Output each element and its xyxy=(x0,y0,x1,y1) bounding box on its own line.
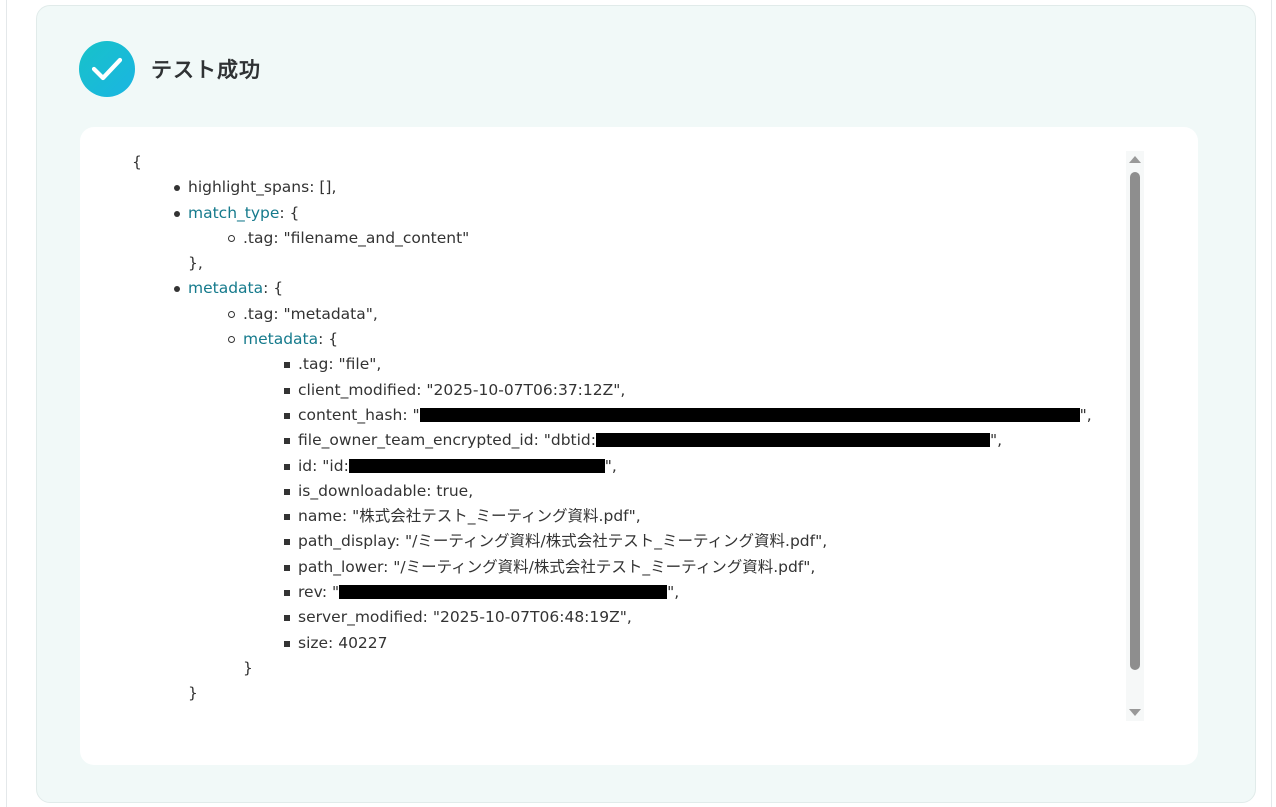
list-item: id: "id: ", xyxy=(284,454,1132,479)
json-tree[interactable]: { highlight_spans: [], match_type: { .ta… xyxy=(132,150,1132,707)
redacted-rev xyxy=(339,585,668,600)
list-item: rev: " ", xyxy=(284,580,1132,605)
json-open-brace: { xyxy=(132,153,142,171)
list-item: highlight_spans: [], xyxy=(174,175,1132,200)
match-type-toggle[interactable]: match_type xyxy=(188,204,279,222)
list-item: path_lower: "/ミーティング資料/株式会社テスト_ミーティング資料.… xyxy=(284,555,1132,580)
scroll-thumb[interactable] xyxy=(1130,172,1140,670)
list-item: size: 40227 xyxy=(284,631,1132,656)
list-item: file_owner_team_encrypted_id: "dbtid: ", xyxy=(284,428,1132,453)
metadata-list: .tag: "metadata", metadata: { .tag: "fil… xyxy=(188,302,1132,681)
redacted-team-id xyxy=(595,433,990,448)
json-close-brace: } xyxy=(188,684,198,703)
list-item: .tag: "filename_and_content" xyxy=(228,226,1132,251)
scrollbar[interactable] xyxy=(1126,151,1144,721)
redacted-content-hash xyxy=(419,407,1080,422)
list-item: .tag: "file", xyxy=(284,352,1132,377)
list-item: path_display: "/ミーティング資料/株式会社テスト_ミーティング資… xyxy=(284,529,1132,554)
json-output-card: { highlight_spans: [], match_type: { .ta… xyxy=(80,127,1198,765)
json-root-list: highlight_spans: [], match_type: { .tag:… xyxy=(132,175,1132,706)
check-icon xyxy=(91,57,123,81)
metadata-toggle[interactable]: metadata xyxy=(188,279,263,297)
list-item: server_modified: "2025-10-07T06:48:19Z", xyxy=(284,605,1132,630)
redacted-id xyxy=(348,458,605,473)
list-item: metadata: { .tag: "file", client_modifie… xyxy=(228,327,1132,681)
match-type-list: .tag: "filename_and_content" xyxy=(188,226,1132,251)
list-item: match_type: { .tag: "filename_and_conten… xyxy=(174,201,1132,277)
scroll-down-arrow-icon[interactable] xyxy=(1129,709,1141,716)
inner-metadata-toggle[interactable]: metadata xyxy=(243,330,318,348)
list-item: client_modified: "2025-10-07T06:37:12Z", xyxy=(284,378,1132,403)
list-item: .tag: "metadata", xyxy=(228,302,1132,327)
list-item: metadata: { .tag: "metadata", metadata: … xyxy=(174,276,1132,706)
page-title: テスト成功 xyxy=(151,58,261,82)
json-close-brace: } xyxy=(243,658,253,677)
list-item: is_downloadable: true, xyxy=(284,479,1132,504)
scroll-up-arrow-icon[interactable] xyxy=(1129,156,1141,163)
file-metadata-list: .tag: "file", client_modified: "2025-10-… xyxy=(243,352,1132,656)
result-header: テスト成功 xyxy=(79,41,261,97)
json-close-brace: }, xyxy=(188,254,203,273)
json-key: highlight_spans xyxy=(188,178,310,197)
list-item: content_hash: " ", xyxy=(284,403,1132,428)
success-badge xyxy=(79,41,135,97)
list-item: name: "株式会社テスト_ミーティング資料.pdf", xyxy=(284,504,1132,529)
